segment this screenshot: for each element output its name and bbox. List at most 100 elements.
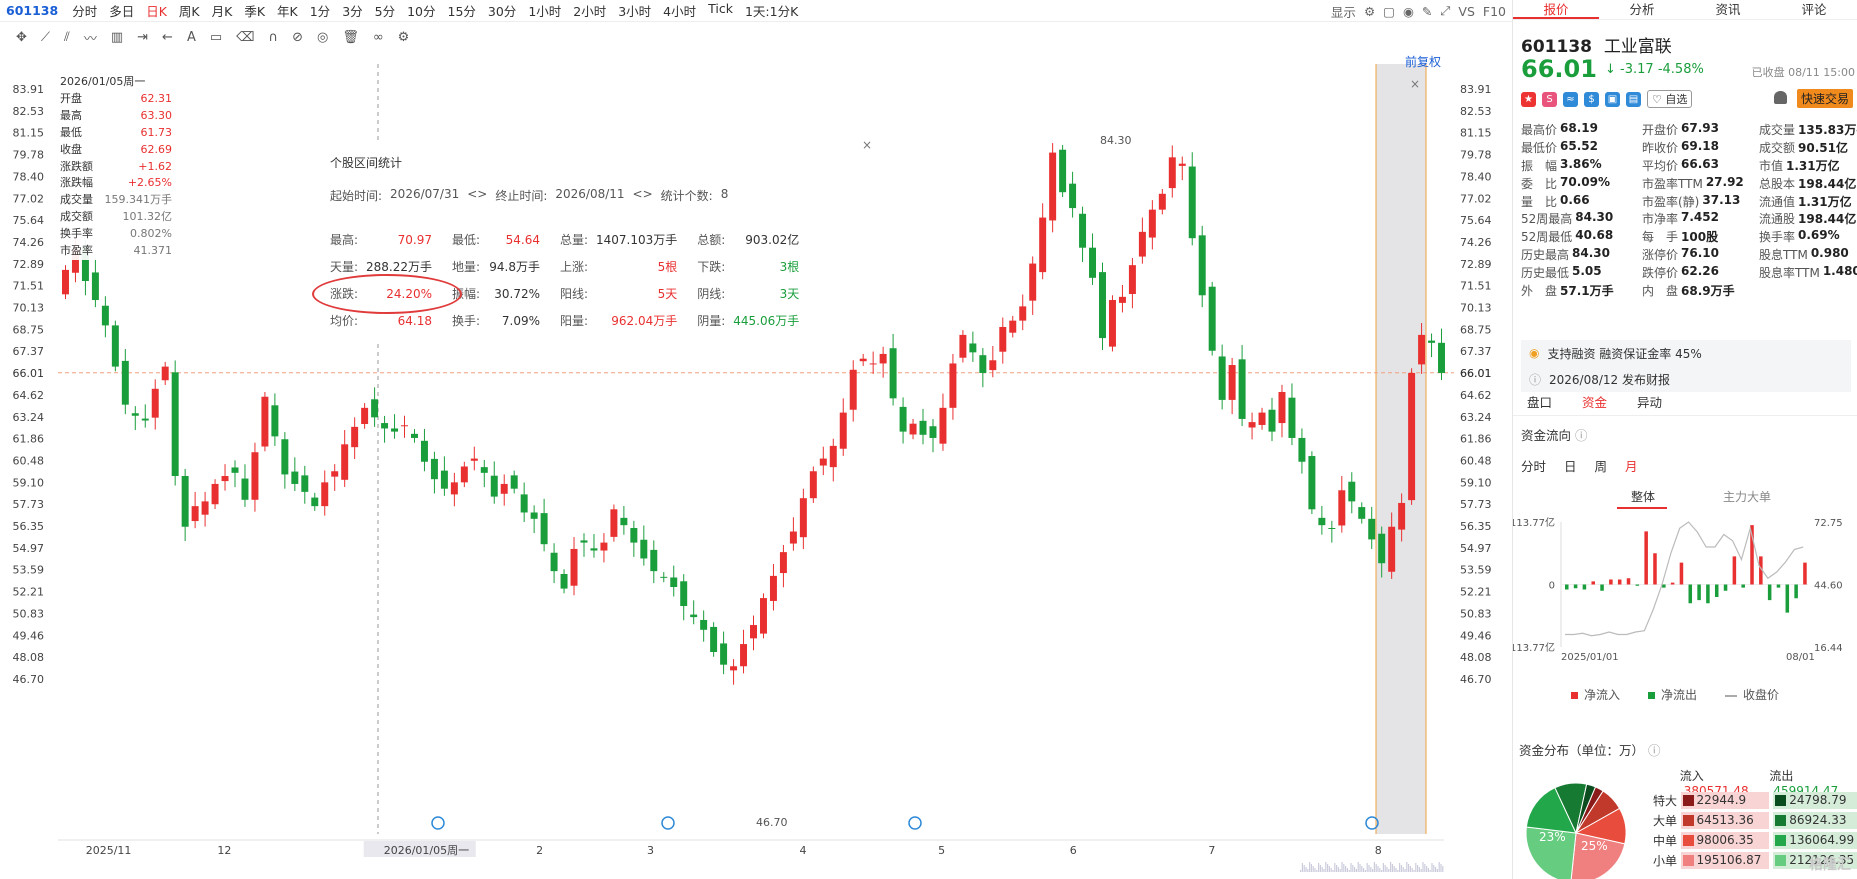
candle bbox=[62, 269, 69, 295]
period-15[interactable]: 3小时 bbox=[612, 1, 657, 20]
sub-tab-1[interactable]: 资金 bbox=[1582, 392, 1607, 415]
sub-tab-2[interactable]: 异动 bbox=[1637, 392, 1662, 415]
volume-bar bbox=[1354, 867, 1356, 872]
end-time[interactable]: 2026/08/11 bbox=[555, 187, 624, 204]
layout-icon[interactable]: ▢ bbox=[1383, 4, 1395, 19]
channel-tool-icon[interactable]: ⫽ bbox=[64, 30, 70, 45]
period-7[interactable]: 1分 bbox=[304, 1, 336, 20]
watchlist-button[interactable]: ♡ 自选 bbox=[1647, 90, 1693, 108]
adjust-end-icon[interactable]: <> bbox=[633, 187, 653, 204]
panel-tab-2[interactable]: 资讯 bbox=[1685, 0, 1771, 19]
hk-connect-icon[interactable]: $ bbox=[1584, 91, 1599, 107]
wave-tool-icon[interactable]: 〰 bbox=[84, 28, 97, 47]
f10-button[interactable]: F10 bbox=[1483, 4, 1506, 19]
period-10[interactable]: 10分 bbox=[401, 1, 441, 20]
close-icon[interactable]: × bbox=[862, 138, 872, 152]
candle bbox=[111, 325, 119, 367]
period-17[interactable]: Tick bbox=[702, 1, 739, 20]
fund-period-2[interactable]: 周 bbox=[1595, 456, 1608, 475]
volume-bar bbox=[1391, 864, 1393, 872]
period-14[interactable]: 2小时 bbox=[567, 1, 612, 20]
margin-icon[interactable]: S bbox=[1542, 91, 1557, 107]
period-11[interactable]: 15分 bbox=[442, 1, 482, 20]
event-marker-icon[interactable] bbox=[431, 816, 445, 830]
swatch bbox=[1775, 854, 1787, 866]
pen-icon[interactable]: ✎ bbox=[1422, 4, 1432, 19]
camera-icon[interactable]: ◉ bbox=[1403, 4, 1414, 19]
display-menu[interactable]: 显示 bbox=[1331, 2, 1356, 21]
eraser-icon[interactable]: ⌫ bbox=[236, 30, 254, 45]
candle bbox=[1208, 286, 1216, 351]
panel-tab-0[interactable]: 报价 bbox=[1513, 0, 1599, 19]
period-4[interactable]: 月K bbox=[206, 1, 239, 20]
period-18[interactable]: 1天:1分K bbox=[739, 1, 804, 20]
period-5[interactable]: 季K bbox=[238, 1, 271, 20]
connect-icon[interactable]: ≈ bbox=[1563, 91, 1578, 107]
stats-row: 最高: 70.97 最低: 54.64 总量: 1407.103万手 总额: 903.02亿 bbox=[330, 226, 819, 253]
doc-icon[interactable]: ▤ bbox=[1626, 91, 1641, 107]
arrow-tool-icon[interactable]: ← bbox=[162, 30, 173, 45]
period-9[interactable]: 5分 bbox=[369, 1, 401, 20]
vs-button[interactable]: VS bbox=[1458, 4, 1475, 19]
volume-bar bbox=[1346, 868, 1348, 872]
bar-tool-icon[interactable]: ▥ bbox=[111, 30, 123, 45]
lock-icon[interactable]: ⊘ bbox=[292, 30, 303, 45]
move-icon[interactable]: ✥ bbox=[16, 30, 27, 45]
line-tool-icon[interactable]: ⟋ bbox=[41, 30, 50, 45]
link-icon[interactable]: ∞ bbox=[373, 30, 384, 45]
chat-icon[interactable]: ▣ bbox=[1605, 91, 1620, 107]
panel-tab-1[interactable]: 分析 bbox=[1599, 0, 1685, 19]
text-tool-icon[interactable]: A bbox=[187, 30, 196, 45]
period-8[interactable]: 3分 bbox=[336, 1, 368, 20]
candle bbox=[909, 423, 917, 435]
earnings-notice[interactable]: ⓘ 2026/08/12 发布财报 bbox=[1521, 366, 1851, 392]
info-icon[interactable]: ⓘ bbox=[1575, 428, 1588, 443]
bell-icon[interactable] bbox=[1774, 91, 1787, 104]
fund-periods: 分时日周月 bbox=[1521, 456, 1638, 475]
tab-overall[interactable]: 整体 bbox=[1631, 488, 1655, 505]
magnet-icon[interactable]: ∩ bbox=[269, 30, 279, 45]
settings-icon[interactable]: ⚙ bbox=[398, 30, 410, 45]
close-icon[interactable]: × bbox=[1410, 77, 1420, 91]
margin-notice[interactable]: ◉ 支持融资 融资保证金率 45% bbox=[1521, 340, 1851, 366]
ohlc-key: 涨跌幅 bbox=[60, 176, 93, 190]
info-icon[interactable]: ⓘ bbox=[1648, 743, 1661, 758]
event-marker-icon[interactable] bbox=[661, 816, 675, 830]
selection-region[interactable] bbox=[1376, 64, 1426, 834]
volume-bar bbox=[1373, 862, 1375, 872]
period-2[interactable]: 日K bbox=[140, 1, 173, 20]
change-pct: -4.58% bbox=[1657, 62, 1704, 77]
fullscreen-icon[interactable]: ⤢ bbox=[1440, 3, 1450, 19]
fuquan-toggle[interactable]: 前复权 bbox=[1405, 53, 1441, 70]
start-time[interactable]: 2026/07/31 bbox=[390, 187, 459, 204]
volume-bar bbox=[1382, 863, 1384, 872]
trash-icon[interactable]: 🗑 bbox=[342, 30, 359, 45]
china-flag-icon[interactable]: ★ bbox=[1521, 91, 1536, 107]
stock-code[interactable]: 601138 bbox=[6, 3, 58, 18]
period-13[interactable]: 1小时 bbox=[522, 1, 567, 20]
comment-icon[interactable]: ▭ bbox=[210, 30, 222, 45]
toolbar-right: 显示 ⚙ ▢ ◉ ✎ ⤢ VS F10 bbox=[1331, 0, 1506, 22]
period-12[interactable]: 30分 bbox=[482, 1, 522, 20]
adjust-start-icon[interactable]: <> bbox=[467, 187, 487, 204]
range-tool-icon[interactable]: ⇥ bbox=[137, 30, 148, 45]
volume-bar bbox=[1408, 864, 1410, 872]
period-3[interactable]: 周K bbox=[173, 1, 206, 20]
fund-period-1[interactable]: 日 bbox=[1564, 456, 1577, 475]
sub-tab-0[interactable]: 盘口 bbox=[1527, 392, 1552, 415]
quick-trade-button[interactable]: 快速交易 bbox=[1796, 89, 1853, 108]
event-marker-icon[interactable] bbox=[908, 816, 922, 830]
candle bbox=[1218, 356, 1226, 400]
period-6[interactable]: 年K bbox=[271, 1, 304, 20]
fund-period-3[interactable]: 月 bbox=[1625, 456, 1638, 475]
period-list: 分时 多日 日K 周K 月K 季K 年K 1分 3分 5分 10分 15分 30分 1小时 2小时 3小时 4小… bbox=[66, 1, 804, 20]
period-0[interactable]: 分时 bbox=[66, 1, 103, 20]
eye-icon[interactable]: ◎ bbox=[317, 30, 328, 45]
panel-tab-3[interactable]: 评论 bbox=[1771, 0, 1857, 19]
fund-period-0[interactable]: 分时 bbox=[1521, 456, 1546, 475]
tab-main-force[interactable]: 主力大单 bbox=[1723, 488, 1771, 505]
period-16[interactable]: 4小时 bbox=[657, 1, 702, 20]
period-1[interactable]: 多日 bbox=[103, 1, 140, 20]
gear-icon[interactable]: ⚙ bbox=[1364, 4, 1375, 19]
panel-stock-name: 工业富联 bbox=[1603, 37, 1672, 57]
